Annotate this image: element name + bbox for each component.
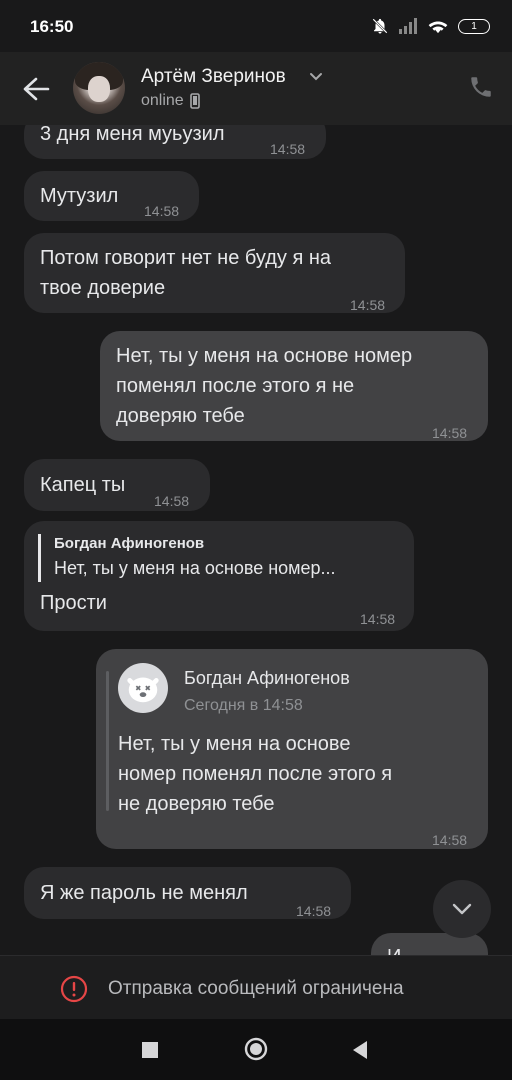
message-bubble[interactable]: 3 дня меня муьузил 14:58 <box>24 125 326 159</box>
status-bar: 16:50 1 <box>0 0 512 52</box>
reply-author: Богдан Афиногенов <box>54 535 205 552</box>
alert-icon <box>60 975 88 1003</box>
battery-icon: 1 <box>458 18 490 34</box>
message-time: 14:58 <box>432 832 468 848</box>
message-time: 14:58 <box>154 493 190 509</box>
reply-quote[interactable]: Богдан Афиногенов Нет, ты у меня на осно… <box>38 534 336 582</box>
presence-text: online <box>141 92 184 109</box>
notifications-off-icon <box>372 18 388 34</box>
message-bubble-reply[interactable]: Богдан Афиногенов Нет, ты у меня на осно… <box>24 521 414 631</box>
message-bubble[interactable]: Капец ты 14:58 <box>24 459 210 511</box>
contact-name[interactable]: Артём Зверинов <box>141 66 286 88</box>
phone-call-icon[interactable] <box>468 74 494 100</box>
message-time: 14:58 <box>350 297 386 313</box>
message-bubble-forwarded[interactable]: Богдан Афиногенов Сегодня в 14:58 Нет, т… <box>96 649 488 849</box>
recents-square-icon[interactable] <box>141 1041 159 1059</box>
presence-status: online <box>141 92 200 110</box>
status-icons: 1 <box>371 17 490 35</box>
message-text: 3 дня меня муьузил <box>40 125 225 145</box>
signal-icon <box>399 18 417 34</box>
mobile-device-icon <box>189 93 200 109</box>
reply-text: Нет, ты у меня на основе номер... <box>54 558 336 578</box>
message-text: Я же пароль не менял <box>40 882 248 904</box>
battery-level: 1 <box>471 20 477 32</box>
message-text: Нет, ты у меня на основе номер поменял п… <box>116 345 413 427</box>
message-time: 14:58 <box>144 203 180 219</box>
message-time: 14:58 <box>432 425 468 441</box>
wifi-icon <box>428 21 448 34</box>
scroll-to-bottom-button[interactable] <box>433 880 491 938</box>
message-text: Прости <box>40 592 107 614</box>
message-text: Потом говорит нет не буду я на твое дове… <box>40 247 332 299</box>
system-navigation-bar <box>0 1019 512 1080</box>
forward-text: Нет, ты у меня на основе номер поменял п… <box>118 733 393 815</box>
forward-indicator <box>106 671 109 811</box>
messaging-restricted-bar: Отправка сообщений ограничена <box>0 955 512 1020</box>
message-text: Мутузил <box>40 185 119 207</box>
message-bubble[interactable]: Я же пароль не менял 14:58 <box>24 867 351 919</box>
forward-author[interactable]: Богдан Афиногенов <box>184 663 350 693</box>
message-bubble[interactable]: Мутузил 14:58 <box>24 171 199 221</box>
home-circle-icon[interactable] <box>244 1037 268 1061</box>
chat-header: Артём Зверинов online <box>0 52 512 125</box>
status-time: 16:50 <box>30 17 74 36</box>
deactivated-dog-avatar-icon <box>127 677 159 703</box>
message-bubble-outgoing[interactable]: Нет, ты у меня на основе номер поменял п… <box>100 331 488 441</box>
message-text: И <box>387 942 401 955</box>
message-list[interactable]: 3 дня меня муьузил 14:58 Мутузил 14:58 П… <box>0 125 512 955</box>
forward-date: Сегодня в 14:58 <box>184 697 303 714</box>
chevron-down-icon[interactable] <box>309 72 323 82</box>
back-triangle-icon[interactable] <box>351 1040 369 1060</box>
message-time: 14:58 <box>296 903 332 919</box>
back-arrow-icon[interactable] <box>22 76 50 102</box>
contact-avatar[interactable] <box>73 62 125 114</box>
chevron-down-icon <box>452 903 472 915</box>
message-time: 14:58 <box>270 141 306 157</box>
message-time: 14:58 <box>360 611 396 627</box>
restriction-text: Отправка сообщений ограничена <box>108 978 404 999</box>
message-text: Капец ты <box>40 474 126 496</box>
forward-avatar[interactable] <box>118 663 168 713</box>
message-bubble[interactable]: Потом говорит нет не буду я на твое дове… <box>24 233 405 313</box>
